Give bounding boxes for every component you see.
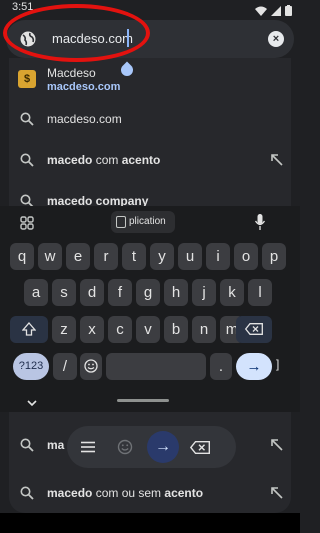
key-u[interactable]: u <box>178 243 202 270</box>
shift-key[interactable] <box>10 316 48 343</box>
backspace-key[interactable] <box>236 316 272 343</box>
key-t[interactable]: t <box>122 243 146 270</box>
suggestion-text: ma <box>47 438 65 452</box>
hide-keyboard-chevron-icon[interactable] <box>26 395 38 407</box>
wifi-icon <box>255 3 267 21</box>
space-bar[interactable] <box>106 353 206 380</box>
key-o[interactable]: o <box>234 243 258 270</box>
key-n[interactable]: n <box>192 316 216 343</box>
emoji-icon[interactable] <box>110 432 140 462</box>
key-p[interactable]: p <box>262 243 286 270</box>
key-a[interactable]: a <box>24 279 48 306</box>
site-suggestion[interactable]: $ Macdeso macdeso.com <box>0 62 300 98</box>
search-suggestion[interactable]: macedo company <box>0 182 300 206</box>
site-url: macdeso.com <box>47 81 121 93</box>
signal-icon <box>271 3 281 21</box>
globe-icon <box>20 31 36 47</box>
search-icon <box>20 486 34 500</box>
enter-arrow-icon: → <box>155 438 171 455</box>
suggestion-text: macedo com ou sem acento <box>47 486 204 500</box>
clipboard-suggestion-chip[interactable]: plication <box>111 211 175 233</box>
status-icons <box>255 3 292 21</box>
keyboard-toolbar: plication <box>0 206 300 236</box>
key-f[interactable]: f <box>108 279 132 306</box>
apps-grid-icon[interactable] <box>20 216 34 230</box>
suggestion-text: macedo company <box>47 194 149 206</box>
key-r[interactable]: r <box>94 243 118 270</box>
backspace-icon <box>244 323 263 335</box>
microphone-icon[interactable] <box>254 214 266 230</box>
key-j[interactable]: j <box>192 279 216 306</box>
key-g[interactable]: g <box>136 279 160 306</box>
key-b[interactable]: b <box>164 316 188 343</box>
status-bar: 3:51 <box>0 0 300 20</box>
key-d[interactable]: d <box>80 279 104 306</box>
search-suggestion[interactable]: macedo com acento <box>0 141 300 181</box>
menu-icon[interactable] <box>73 432 103 462</box>
search-icon <box>20 112 34 126</box>
key-slash[interactable]: / <box>53 353 77 380</box>
emoji-icon <box>84 359 98 373</box>
fill-query-arrow-icon[interactable] <box>270 153 284 167</box>
key-h[interactable]: h <box>164 279 188 306</box>
omnibox[interactable]: macdeso.com × <box>6 20 294 79</box>
key-c[interactable]: c <box>108 316 132 343</box>
status-time: 3:51 <box>12 1 34 13</box>
text-caret <box>127 29 129 47</box>
enter-button[interactable]: → <box>147 431 179 463</box>
enter-key[interactable]: → <box>236 353 272 380</box>
search-icon <box>20 153 34 167</box>
key-z[interactable]: z <box>52 316 76 343</box>
site-title: Macdeso <box>47 66 96 80</box>
shift-icon <box>21 322 37 336</box>
navigation-bar <box>0 513 300 533</box>
emoji-key[interactable] <box>80 353 102 380</box>
key-period[interactable]: . <box>210 353 232 380</box>
key-l[interactable]: l <box>248 279 272 306</box>
edge-glyph: ] <box>276 357 280 371</box>
url-input[interactable]: macdeso.com <box>52 31 133 46</box>
key-w[interactable]: w <box>38 243 62 270</box>
key-e[interactable]: e <box>66 243 90 270</box>
backspace-icon[interactable] <box>185 432 215 462</box>
key-i[interactable]: i <box>206 243 230 270</box>
key-y[interactable]: y <box>150 243 174 270</box>
key-q[interactable]: q <box>10 243 34 270</box>
key-v[interactable]: v <box>136 316 160 343</box>
symbols-key[interactable]: ?123 <box>13 353 49 380</box>
clipboard-chip-label: plication <box>129 216 166 227</box>
key-k[interactable]: k <box>220 279 244 306</box>
on-screen-keyboard: plication q w e r t y u i o p a s d f g … <box>0 206 300 412</box>
fill-query-arrow-icon[interactable] <box>270 486 284 500</box>
clipboard-icon <box>116 216 126 228</box>
suggestion-text: macedo com acento <box>47 153 161 167</box>
suggestion-text: macdeso.com <box>47 112 122 126</box>
fill-query-arrow-icon[interactable] <box>270 438 284 452</box>
search-suggestion[interactable]: macedo com ou sem acento <box>0 474 300 514</box>
keyboard-handle <box>117 399 169 402</box>
search-icon <box>20 438 34 452</box>
search-icon <box>20 194 34 206</box>
key-x[interactable]: x <box>80 316 104 343</box>
clear-input-button[interactable]: × <box>268 31 284 47</box>
floating-keyboard-toolbar: → <box>67 426 236 468</box>
search-suggestion[interactable]: macdeso.com <box>0 100 300 140</box>
macdeso-favicon-icon: $ <box>18 70 36 88</box>
key-s[interactable]: s <box>52 279 76 306</box>
battery-icon <box>285 3 292 21</box>
